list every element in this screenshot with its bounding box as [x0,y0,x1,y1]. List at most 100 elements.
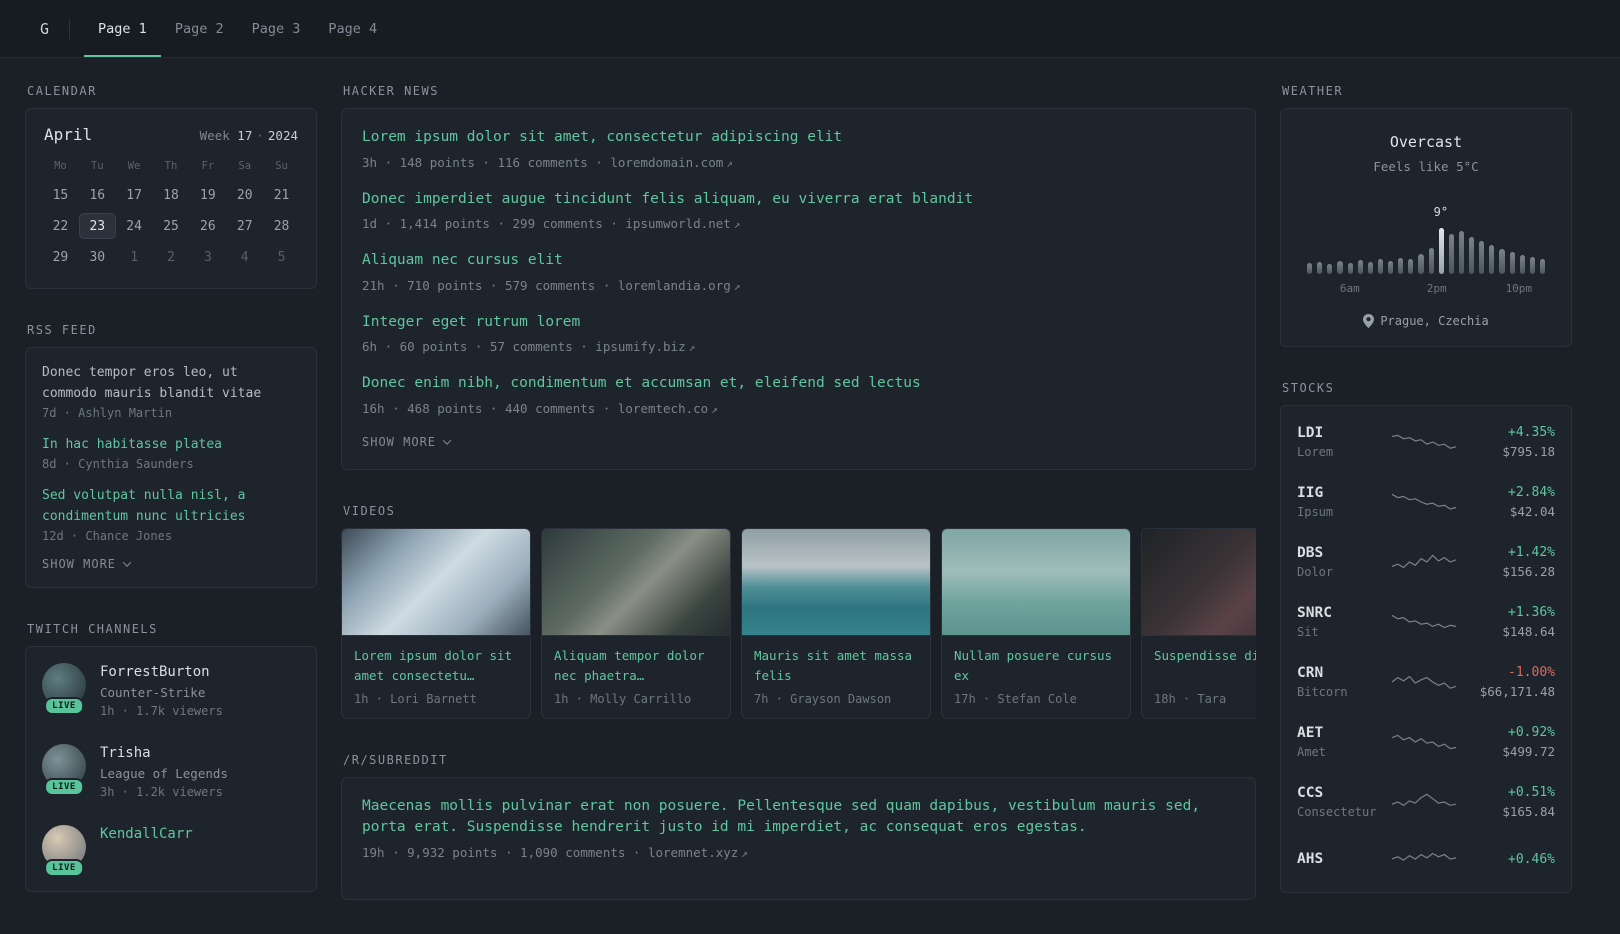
calendar-day[interactable]: 21 [263,182,300,208]
external-link-icon: ↗ [711,402,718,416]
stock-row[interactable]: AHS +0.46% [1297,832,1555,886]
calendar-day[interactable]: 30 [79,244,116,270]
stock-row[interactable]: AET Amet +0.92% $499.72 [1297,712,1555,772]
chevron-down-icon [442,435,452,445]
hackernews-story-title[interactable]: Donec imperdiet augue tincidunt felis al… [362,189,1235,211]
calendar-day[interactable]: 27 [226,213,263,239]
video-card[interactable]: Mauris sit amet massa felis 7h · Grayson … [741,527,931,719]
calendar-day[interactable]: 16 [79,182,116,208]
external-link-icon: ↗ [688,341,696,354]
calendar-day[interactable]: 25 [153,213,190,239]
hackernews-story-title[interactable]: Lorem ipsum dolor sit amet, consectetur … [362,127,1235,149]
channel-name[interactable]: ForrestBurton [100,664,223,680]
calendar-dow-label: Mo [54,160,67,172]
calendar-day[interactable]: 3 [189,244,226,270]
weather-bar [1388,261,1394,274]
live-badge: LIVE [44,778,84,796]
stock-row[interactable]: DBS Dolor +1.42% $156.28 [1297,532,1555,592]
hackernews-story-title[interactable]: Donec enim nibh, condimentum et accumsan… [362,373,1235,395]
calendar-section-title: CALENDAR [27,84,97,98]
rss-item: In hac habitasse platea 8d · Cynthia Saun… [42,434,300,471]
story-domain-link[interactable]: loremnet.xyz [648,845,738,860]
calendar-day[interactable]: 22 [42,213,79,239]
story-item: Maecenas mollis pulvinar erat non posuer… [362,796,1235,860]
app-logo[interactable]: G [40,20,69,38]
stock-name: Lorem [1297,445,1334,459]
weather-bar [1519,255,1525,274]
subreddit-section-title: /R/SUBREDDIT [343,752,448,767]
calendar-day[interactable]: 26 [189,213,226,239]
twitch-channel-row[interactable]: LIVE KendallCarr [42,825,300,877]
hackernews-story-title[interactable]: Aliquam nec cursus elit [362,250,1235,272]
channel-game: League of Legends [100,766,228,781]
story-domain-link[interactable]: loremtech.co [618,401,708,416]
video-title: Lorem ipsum dolor sit amet consectetu… [354,647,513,683]
stock-row[interactable]: CRN Bitcorn -1.00% $66,171.48 [1297,652,1555,712]
weather-bar [1479,241,1485,274]
story-domain-link[interactable]: loremdomain.com [610,155,723,170]
story-item: Integer eget rutrum lorem 6h · 60 points … [362,312,1235,355]
story-domain-link[interactable]: ipsumify.biz [595,339,685,354]
external-link-icon: ↗ [726,156,733,170]
tab-page-3[interactable]: Page 3 [238,0,315,57]
calendar-day[interactable]: 15 [42,182,79,208]
rss-item: Sed volutpat nulla nisl, a condimentum n… [42,485,300,543]
video-card[interactable]: Suspendisse diam 18h · Tara [1141,527,1256,719]
rss-item-title[interactable]: Donec tempor eros leo, ut commodo mauris… [42,362,300,404]
calendar-day[interactable]: 17 [116,182,153,208]
tab-page-1[interactable]: Page 1 [84,0,161,57]
stock-change: +0.92% [1508,725,1555,740]
video-card[interactable]: Lorem ipsum dolor sit amet consectetu… 1h… [341,527,531,719]
stock-row[interactable]: CCS Consectetur +0.51% $165.84 [1297,772,1555,832]
hackernews-show-more-button[interactable]: SHOW MORE [362,435,452,449]
dashboard: CALENDAR April Week 17 · 2024 Mo Tu We Th Fr Sa… [0,58,1620,934]
weather-bar [1469,237,1475,274]
weather-temp-label: 9° [1433,205,1449,219]
video-thumbnail [742,528,930,636]
subreddit-post-title[interactable]: Maecenas mollis pulvinar erat non posuer… [362,796,1235,839]
video-card[interactable]: Nullam posuere cursus ex 17h · Stefan Col… [941,527,1131,719]
video-card[interactable]: Aliquam tempor dolor nec phaetra… 1h · Mo… [541,527,731,719]
calendar-day[interactable]: 23 [78,213,116,239]
story-domain-link[interactable]: ipsumworld.net [625,216,730,231]
calendar-day[interactable]: 24 [116,213,153,239]
stock-name: Sit [1297,625,1319,639]
stock-sparkline [1392,845,1457,873]
rss-show-more-button[interactable]: SHOW MORE [42,557,132,571]
weather-bar [1438,228,1444,274]
video-thumbnail [1142,528,1256,636]
calendar-day[interactable]: 29 [42,244,79,270]
stock-sparkline [1392,728,1457,756]
weather-chart: 9° [1307,200,1545,274]
stock-row[interactable]: IIG Ipsum +2.84% $42.04 [1297,472,1555,532]
calendar-day[interactable]: 5 [263,244,300,270]
weather-feels-like: Feels like 5°C [1373,159,1479,174]
calendar-day[interactable]: 4 [226,244,263,270]
twitch-channel-row[interactable]: LIVE ForrestBurton Counter-Strike 1h · 1.7k… [42,663,300,718]
story-meta: 19h · 9,932 points · 1,090 comments · lo… [362,844,748,860]
channel-name[interactable]: KendallCarr [100,826,193,842]
calendar-month: April [44,125,93,144]
stock-row[interactable]: SNRC Sit +1.36% $148.64 [1297,592,1555,652]
story-item: Lorem ipsum dolor sit amet, consectetur … [362,127,1235,170]
calendar-day[interactable]: 2 [153,244,190,270]
calendar-day[interactable]: 28 [263,213,300,239]
weather-bar [1347,263,1353,274]
video-meta: 18h · Tara [1154,691,1227,706]
calendar-day[interactable]: 18 [153,182,190,208]
tab-page-2[interactable]: Page 2 [161,0,238,57]
hackernews-story-title[interactable]: Integer eget rutrum lorem [362,312,1235,334]
rss-item-title[interactable]: In hac habitasse platea [42,434,300,455]
channel-name[interactable]: Trisha [100,745,228,761]
story-domain-link[interactable]: loremlandia.org [618,278,731,293]
weather-bar [1418,254,1424,274]
stock-row[interactable]: LDI Lorem +4.35% $795.18 [1297,412,1555,472]
calendar-day[interactable]: 20 [226,182,263,208]
calendar-dow-label: Tu [90,160,104,172]
twitch-channel-row[interactable]: LIVE Trisha League of Legends 3h · 1.2k vie… [42,744,300,799]
rss-item-title[interactable]: Sed volutpat nulla nisl, a condimentum n… [42,485,300,527]
calendar-day[interactable]: 1 [116,244,153,270]
calendar-day[interactable]: 19 [189,182,226,208]
tab-page-4[interactable]: Page 4 [314,0,391,57]
story-item: Aliquam nec cursus elit 21h · 710 points … [362,250,1235,293]
